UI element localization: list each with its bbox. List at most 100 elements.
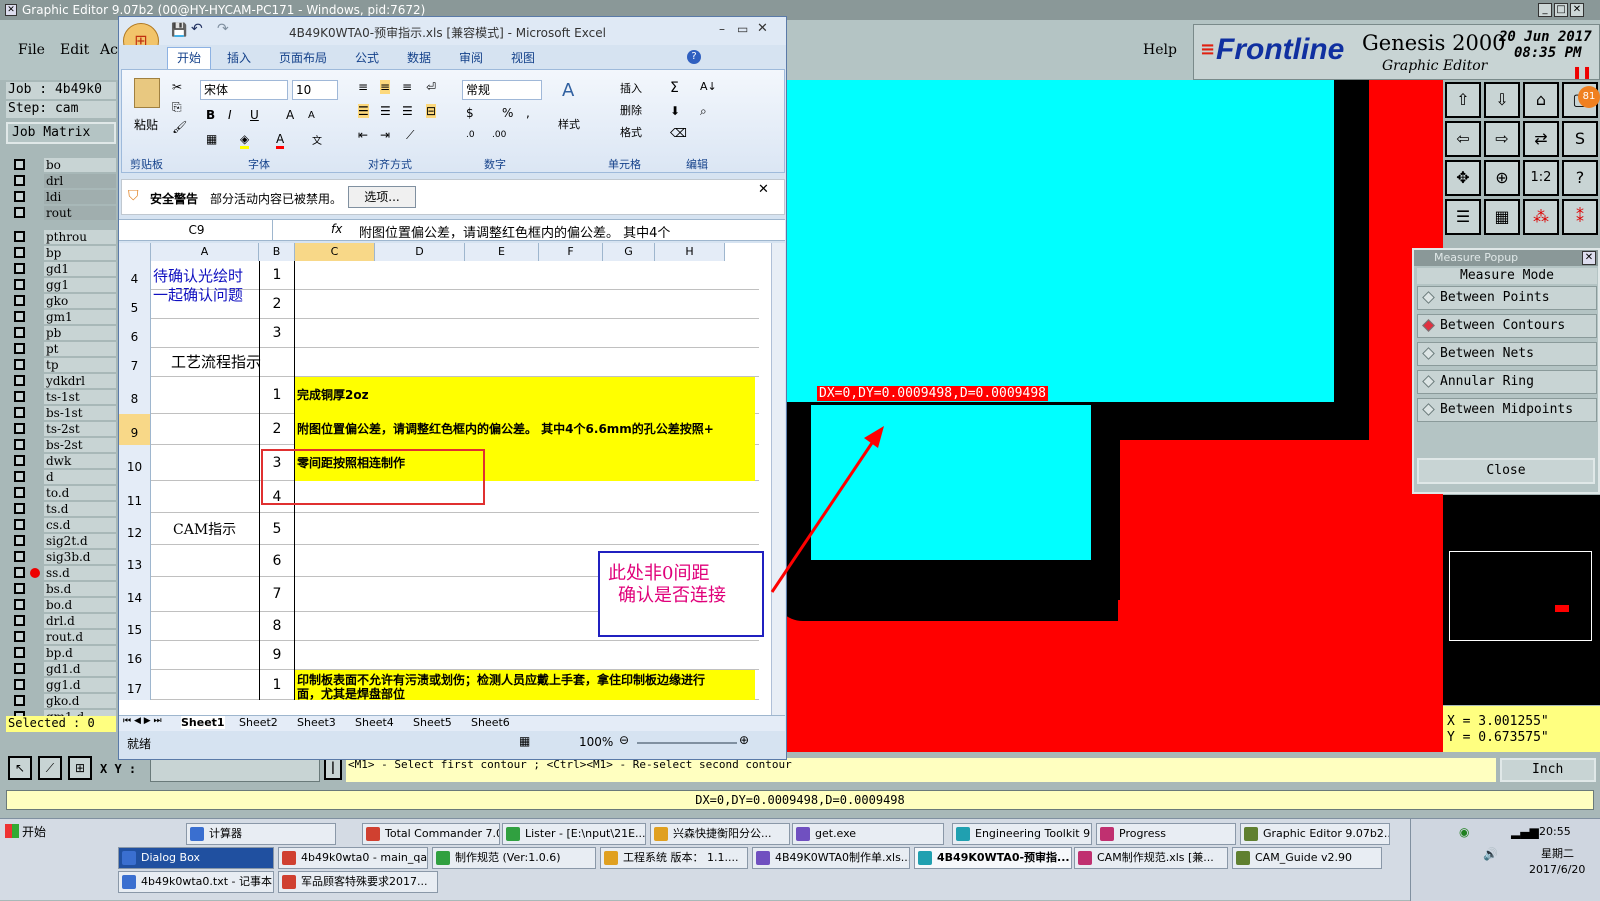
increase-decimal-icon[interactable]: .0 (466, 130, 475, 140)
layer-row-bp-d[interactable]: bp.d (8, 646, 116, 660)
cell-c[interactable] (295, 261, 755, 290)
redo-icon[interactable]: ↷ (217, 21, 229, 37)
tool-ratio-button[interactable]: 1:2 (1523, 160, 1559, 196)
layer-row-drl[interactable]: drl (8, 174, 116, 188)
row-header[interactable]: 11 (119, 481, 151, 513)
taskbar-item[interactable]: Total Commander 7.0... (362, 823, 500, 845)
pause-icon[interactable]: ❚❚ (1572, 65, 1592, 79)
cell-c[interactable] (295, 513, 755, 545)
clock-date[interactable]: 2017/6/20 (1529, 863, 1585, 876)
excel-restore-icon[interactable]: ▭ (737, 22, 748, 36)
indent-icon[interactable]: ⇤ (358, 128, 368, 142)
tab-insert[interactable]: 插入 (227, 49, 251, 66)
font-color-icon[interactable]: A (276, 132, 285, 149)
taskbar-item[interactable]: Graphic Editor 9.07b2... (1240, 823, 1390, 845)
layer-checkbox[interactable] (14, 423, 25, 434)
layer-row-tp[interactable]: tp (8, 358, 116, 372)
column-header-h[interactable]: H (655, 243, 725, 261)
excel-minimize-icon[interactable]: – (719, 22, 725, 36)
sheet-grid[interactable]: ABCDEFGH 4 1 5 2 6 3 7 8 1 完成铜厚2oz 9 2 附图位置偏公差，请调整红色… (119, 243, 771, 715)
taskbar-item[interactable]: 4B49K0WTA0-预审指... (914, 847, 1072, 869)
tab-page-layout[interactable]: 页面布局 (279, 49, 327, 66)
cell-c[interactable] (295, 290, 755, 319)
layer-checkbox[interactable] (14, 455, 25, 466)
excel-close-icon[interactable]: ✕ (757, 21, 768, 36)
layer-checkbox[interactable] (14, 231, 25, 242)
layer-checkbox[interactable] (14, 359, 25, 370)
bold-button[interactable]: B (206, 108, 215, 122)
taskbar-item[interactable]: 4B49K0WTA0制作单.xls... (752, 847, 910, 869)
tool-home-icon[interactable]: ⌂ (1523, 82, 1559, 118)
tool-drc-icon[interactable]: ⁑ (1562, 199, 1598, 235)
phonetic-icon[interactable]: 文 (312, 132, 322, 147)
row-header[interactable]: 12 (119, 513, 151, 545)
sheet-tab-1[interactable]: Sheet1 (181, 716, 225, 729)
corner-cell[interactable] (119, 243, 151, 261)
tool-layers-icon[interactable]: ☰ (1445, 199, 1481, 235)
layer-row-rout[interactable]: rout (8, 206, 116, 220)
tool-fit-icon[interactable]: ✥ (1445, 160, 1481, 196)
measure-option-between-points[interactable]: Between Points (1417, 286, 1597, 310)
taskbar-item[interactable]: Engineering Toolkit 9.... (952, 823, 1092, 845)
taskbar-item[interactable]: get.exe (792, 823, 944, 845)
cell-c[interactable] (295, 641, 755, 670)
sheet-nav-icon[interactable]: ⏮ ◀ ▶ ⏭ (123, 716, 162, 726)
cell-b[interactable]: 2 (259, 414, 295, 445)
tray-network-icon[interactable]: ◉ (1459, 825, 1469, 839)
cell-c[interactable]: 附图位置偏公差，请调整红色框内的偏公差。 其中4个6.6mm的孔公差按照+ (295, 414, 755, 445)
column-header-b[interactable]: B (259, 243, 295, 261)
row-header[interactable]: 17 (119, 670, 151, 700)
taskbar-item[interactable]: Progress (1096, 823, 1236, 845)
layer-row-bo-d[interactable]: bo.d (8, 598, 116, 612)
layer-checkbox[interactable] (14, 631, 25, 642)
styles-label[interactable]: 样式 (558, 116, 580, 132)
tab-data[interactable]: 数据 (407, 49, 431, 66)
wrap-text-icon[interactable]: ⏎ (426, 80, 436, 94)
column-header-a[interactable]: A (151, 243, 259, 261)
format-painter-icon[interactable]: 🖌 (172, 120, 187, 134)
font-name-select[interactable]: 宋体 (200, 80, 288, 100)
taskbar-item[interactable]: 工程系统 版本： 1.1.... (600, 847, 748, 869)
tab-formulas[interactable]: 公式 (355, 49, 379, 66)
layer-checkbox[interactable] (14, 583, 25, 594)
close-icon[interactable]: ✕ (1570, 3, 1584, 17)
name-box[interactable]: C9 (121, 220, 273, 240)
layer-checkbox[interactable] (14, 535, 25, 546)
layer-row-sig3b-d[interactable]: sig3b.d (8, 550, 116, 564)
layer-row-gd1[interactable]: gd1 (8, 262, 116, 276)
align-top-icon[interactable]: ≡ (358, 80, 368, 94)
save-icon[interactable]: 💾 (171, 23, 187, 38)
tray-volume-icon[interactable]: 🔊 (1483, 847, 1498, 861)
tool-down-icon[interactable]: ⇩ (1484, 82, 1520, 118)
format-cells-button[interactable]: 格式 (618, 124, 642, 140)
layer-row-dwk[interactable]: dwk (8, 454, 116, 468)
xy-input[interactable] (150, 758, 320, 782)
row-header[interactable]: 15 (119, 612, 151, 641)
grow-font-icon[interactable]: A (286, 108, 294, 122)
cell-b[interactable]: 1 (259, 377, 295, 414)
row-header[interactable]: 7 (119, 348, 151, 377)
autosum-icon[interactable]: Σ (670, 80, 679, 96)
orientation-icon[interactable]: ⟋ (406, 128, 414, 143)
layer-row-ss-d[interactable]: ss.d (8, 566, 116, 580)
menu-help[interactable]: Help (1143, 42, 1177, 58)
cell-b[interactable]: 7 (259, 577, 295, 612)
tool-snap-icon[interactable]: S (1562, 121, 1598, 157)
overview-panel[interactable] (1443, 495, 1600, 705)
prompt-icon[interactable]: | (324, 758, 342, 780)
tray-signal-icon[interactable]: ▂▄▆ (1511, 825, 1539, 839)
row-header[interactable]: 10 (119, 445, 151, 481)
sheet-tab-4[interactable]: Sheet4 (355, 716, 394, 729)
layer-row-bo[interactable]: bo (8, 158, 116, 172)
find-icon[interactable]: ⌕ (700, 104, 707, 119)
measure-option-between-midpoints[interactable]: Between Midpoints (1417, 398, 1597, 422)
tool-left-icon[interactable]: ⇦ (1445, 121, 1481, 157)
layer-checkbox[interactable] (14, 191, 25, 202)
layer-checkbox[interactable] (14, 391, 25, 402)
row-header[interactable]: 14 (119, 577, 151, 612)
sheet-tab-2[interactable]: Sheet2 (239, 716, 278, 729)
tool-zoom-icon[interactable]: ⊕ (1484, 160, 1520, 196)
tab-home[interactable]: 开始 (177, 49, 201, 66)
column-header-g[interactable]: G (603, 243, 655, 261)
layer-row-rout-d[interactable]: rout.d (8, 630, 116, 644)
